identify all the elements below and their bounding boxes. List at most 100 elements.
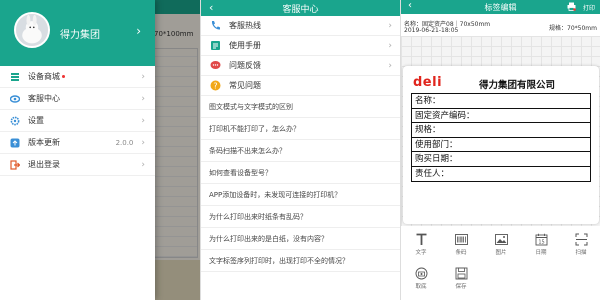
faq-item[interactable]: 条码扫描不出来怎么办？ <box>201 140 400 162</box>
save-icon <box>455 267 467 280</box>
page-title: 客服中心 <box>282 4 319 15</box>
chevron-right-icon: › <box>141 115 145 126</box>
side-drawer: 得力集团 › 设备商城 › 客服中心 › 设置 › 版本更新 2.0.0 › 退… <box>0 0 155 300</box>
manual-row[interactable]: 使用手册 › <box>201 36 400 56</box>
print-button[interactable]: 打印 <box>583 3 595 12</box>
tool-scan[interactable]: 扫描 <box>561 230 600 264</box>
menu-item-service[interactable]: 客服中心 › <box>0 88 155 110</box>
faq-item[interactable]: 为什么打印出来时纸条有乱码？ <box>201 206 400 228</box>
chevron-right-icon: › <box>388 20 392 31</box>
logout-icon <box>10 159 20 170</box>
row-label: 客服热线 <box>229 21 261 30</box>
question-icon: ? <box>209 80 221 92</box>
field-row[interactable]: 固定资产编码： <box>412 109 590 123</box>
phone-icon <box>209 20 221 32</box>
camera-icon <box>415 267 427 280</box>
version-number: 2.0.0 <box>115 138 134 147</box>
menu-item-label: 版本更新 <box>28 138 60 147</box>
username: 得力集团 <box>60 30 100 41</box>
faq-item[interactable]: 为什么打印出来的是白纸，没有内容？ <box>201 228 400 250</box>
menu-item-logout[interactable]: 退出登录 › <box>0 154 155 176</box>
notification-dot <box>62 75 65 78</box>
faq-section-header: ? 常见问题 <box>201 76 400 96</box>
drawer-overlay[interactable] <box>150 0 200 300</box>
menu-item-label: 客服中心 <box>28 94 60 103</box>
faq-item[interactable]: 图文模式与文字模式的区别 <box>201 96 400 118</box>
hotline-row[interactable]: 客服热线 › <box>201 16 400 36</box>
chevron-right-icon: › <box>141 93 145 104</box>
faq-item[interactable]: 如何查看设备型号？ <box>201 162 400 184</box>
row-label: 问题反馈 <box>229 61 261 70</box>
editor-toolbar: 文字 条码 图片 15 日期 扫描 取底 保存 <box>401 226 600 300</box>
menu-item-update[interactable]: 版本更新 2.0.0 › <box>0 132 155 154</box>
headset-icon <box>10 94 20 104</box>
label-editor-screen: ‹ 标签编辑 打印 名称：固定资产08｜70x50mm 2019-06-21-1… <box>400 0 600 300</box>
drawer-screen: 70*100mm 得力集团 › 设备商城 › 客服中心 › 设置 › 版本更新 … <box>0 0 200 300</box>
menu-item-settings[interactable]: 设置 › <box>0 110 155 132</box>
menu-item-label: 退出登录 <box>28 160 60 169</box>
printer-icon[interactable] <box>567 2 576 11</box>
chevron-right-icon: › <box>141 71 145 82</box>
manual-icon <box>209 40 221 52</box>
tool-label: 扫描 <box>575 250 587 256</box>
tool-capture[interactable]: 取底 <box>401 264 441 298</box>
deli-logo: deli <box>413 75 443 90</box>
tool-date[interactable]: 15 日期 <box>521 230 561 264</box>
drawer-header[interactable]: 得力集团 › <box>0 0 155 66</box>
chevron-right-icon: › <box>141 159 145 170</box>
label-preview[interactable]: deli 得力集团有限公司 名称： 固定资产编码： 规格： 使用部门： 购买日期… <box>403 66 599 224</box>
tool-label: 日期 <box>535 250 547 256</box>
faq-title: 常见问题 <box>229 81 261 90</box>
feedback-icon <box>209 60 221 72</box>
tool-save[interactable]: 保存 <box>441 264 481 298</box>
update-icon <box>10 138 20 148</box>
store-icon <box>10 72 20 82</box>
faq-item[interactable]: 打印机不能打印了，怎么办？ <box>201 118 400 140</box>
tool-label: 文字 <box>415 250 427 256</box>
chevron-right-icon: › <box>141 137 145 148</box>
scan-icon <box>575 233 587 246</box>
field-row[interactable]: 责任人： <box>412 167 590 182</box>
svg-text:15: 15 <box>538 240 544 246</box>
menu-item-label: 设备商城 <box>28 72 60 81</box>
page-title: 标签编辑 <box>484 2 517 12</box>
tool-label: 条码 <box>455 250 467 256</box>
label-spec: 规格：70*50mm <box>549 25 597 32</box>
row-label: 使用手册 <box>229 41 261 50</box>
tool-text[interactable]: 文字 <box>401 230 441 264</box>
tool-barcode[interactable]: 条码 <box>441 230 481 264</box>
calendar-icon: 15 <box>535 233 547 246</box>
tool-label: 保存 <box>455 284 467 290</box>
chevron-right-icon: › <box>388 40 392 51</box>
edit-canvas[interactable]: deli 得力集团有限公司 名称： 固定资产编码： 规格： 使用部门： 购买日期… <box>401 36 600 226</box>
menu-item-store[interactable]: 设备商城 › <box>0 66 155 88</box>
editor-header: ‹ 标签编辑 打印 <box>401 0 600 14</box>
chevron-right-icon: › <box>388 60 392 71</box>
back-icon[interactable]: ‹ <box>209 1 213 14</box>
barcode-icon <box>454 234 468 245</box>
feedback-row[interactable]: 问题反馈 › <box>201 56 400 76</box>
asset-field-table[interactable]: 名称： 固定资产编码： 规格： 使用部门： 购买日期： 责任人： <box>411 93 591 182</box>
tool-label: 取底 <box>415 284 427 290</box>
profile-chevron-icon[interactable]: › <box>136 24 141 38</box>
avatar[interactable] <box>14 12 50 48</box>
gear-icon <box>10 116 20 126</box>
service-screen: ‹ 客服中心 客服热线 › 使用手册 › 问题反馈 › ? 常见问题 图文模式与… <box>200 0 400 300</box>
tool-image[interactable]: 图片 <box>481 230 521 264</box>
field-row[interactable]: 使用部门： <box>412 138 590 152</box>
field-row[interactable]: 购买日期： <box>412 152 590 167</box>
label-info-bar: 名称：固定资产08｜70x50mm 2019-06-21-18:05 规格：70… <box>401 14 600 36</box>
image-icon <box>494 234 508 245</box>
company-name[interactable]: 得力集团有限公司 <box>479 77 555 91</box>
service-header: ‹ 客服中心 <box>201 0 400 16</box>
svg-text:?: ? <box>213 81 217 90</box>
faq-item[interactable]: APP添加设备时，未发现可连接的打印机？ <box>201 184 400 206</box>
field-row[interactable]: 规格： <box>412 123 590 138</box>
back-icon[interactable]: ‹ <box>408 0 412 11</box>
menu-item-label: 设置 <box>28 116 44 125</box>
field-row[interactable]: 名称： <box>412 94 590 109</box>
label-date: 2019-06-21-18:05 <box>404 27 459 34</box>
tool-label: 图片 <box>495 250 507 256</box>
faq-item[interactable]: 文字标签序列打印时，出现打印不全的情况？ <box>201 250 400 272</box>
rabbit-avatar-icon <box>16 14 48 46</box>
